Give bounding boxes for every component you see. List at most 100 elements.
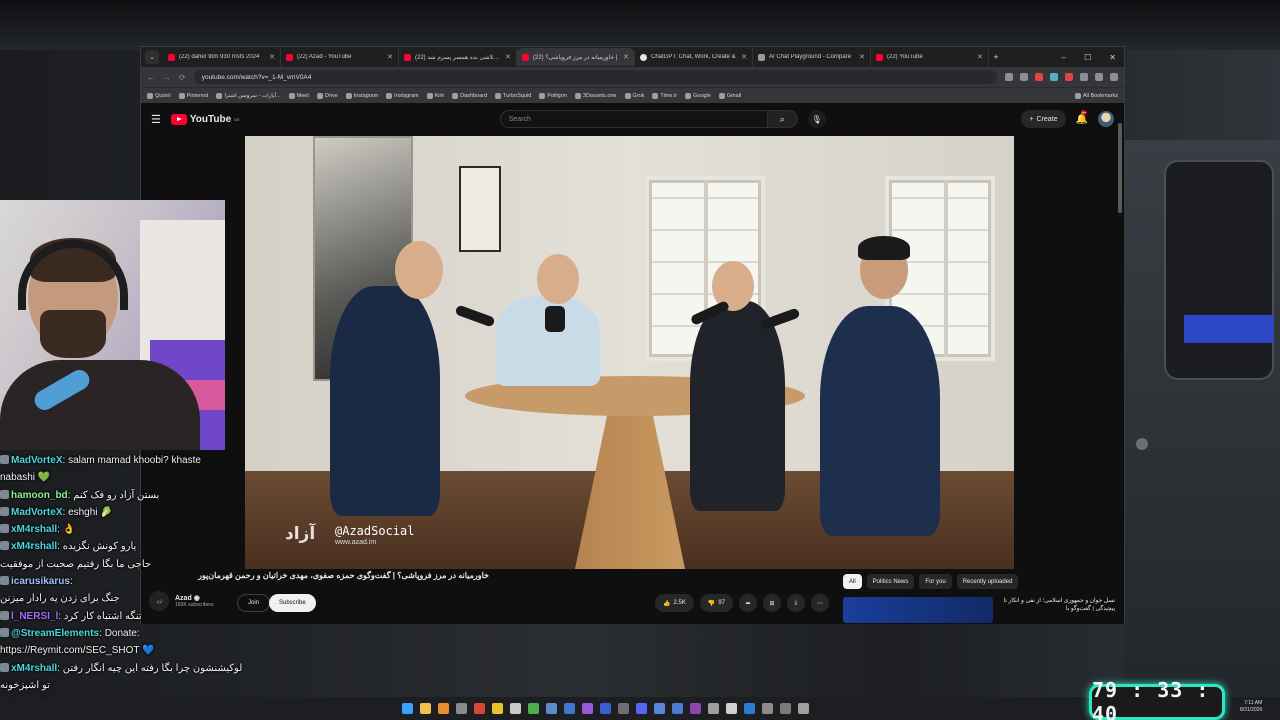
- bookmark-item[interactable]: Pinterest: [178, 92, 208, 99]
- filter-chip[interactable]: For you: [919, 574, 952, 589]
- recommended-title[interactable]: نسل جوان و جمهوری اسلامی؛ از نفی و انکار…: [999, 597, 1115, 623]
- close-tab-icon[interactable]: ✕: [859, 53, 865, 61]
- app-icon[interactable]: [654, 703, 665, 714]
- chat-username[interactable]: xM4rshall: [11, 541, 57, 552]
- filter-chip[interactable]: All: [843, 574, 862, 589]
- bookmark-item[interactable]: Dashboard: [452, 92, 487, 99]
- more-options-icon[interactable]: ⋯: [811, 594, 829, 612]
- chat-username[interactable]: l_NERSI_l: [11, 611, 58, 622]
- app-icon[interactable]: [582, 703, 593, 714]
- bookmark-star-icon[interactable]: [1020, 73, 1028, 81]
- search-input[interactable]: Search: [499, 110, 768, 128]
- bookmark-item[interactable]: TurboSquid: [495, 92, 531, 99]
- search-icon[interactable]: [438, 703, 449, 714]
- bookmark-item[interactable]: Google: [685, 92, 711, 99]
- close-tab-icon[interactable]: ✕: [387, 53, 393, 61]
- like-button[interactable]: 👍 2.5K: [655, 594, 694, 612]
- close-tab-icon[interactable]: ✕: [269, 53, 275, 61]
- save-icon[interactable]: ⊞: [763, 594, 781, 612]
- chat-username[interactable]: xM4rshall: [11, 524, 57, 535]
- recommended-thumbnail[interactable]: [843, 597, 993, 623]
- all-bookmarks[interactable]: All Bookmarks: [1074, 92, 1118, 99]
- app-icon[interactable]: [600, 703, 611, 714]
- bookmark-item[interactable]: 3Dassets.one: [574, 92, 617, 99]
- microphone-icon[interactable]: 🎙: [807, 110, 826, 128]
- file-explorer-icon[interactable]: [420, 703, 431, 714]
- browser-tab[interactable]: (22) Azad - YouTube ✕: [281, 48, 399, 66]
- youtube-logo[interactable]: YouTube DE: [170, 113, 240, 125]
- close-tab-icon[interactable]: ✕: [623, 53, 629, 61]
- maximize-button[interactable]: ☐: [1084, 53, 1091, 62]
- bookmark-item[interactable]: آپارات - سرویس اشترا...: [216, 92, 281, 99]
- bookmark-item[interactable]: Instagram: [345, 92, 378, 99]
- tab-search-button[interactable]: ⌄: [145, 50, 159, 64]
- app-icon[interactable]: [528, 703, 539, 714]
- bookmark-item[interactable]: Kirk: [426, 92, 444, 99]
- extension-icon[interactable]: [1050, 73, 1058, 81]
- filter-chip[interactable]: Recently uploaded: [956, 574, 1019, 589]
- subscribe-button[interactable]: Subscribe: [269, 594, 316, 612]
- discord-icon[interactable]: [636, 703, 647, 714]
- app-icon[interactable]: [456, 703, 467, 714]
- app-icon[interactable]: [798, 703, 809, 714]
- new-tab-button[interactable]: +: [989, 52, 1003, 62]
- url-field[interactable]: youtube.com/watch?v=_1-M_vmV0A4: [193, 70, 997, 84]
- forward-icon[interactable]: →: [163, 73, 171, 82]
- dislike-button[interactable]: 👎 97: [699, 594, 733, 612]
- install-icon[interactable]: [1005, 73, 1013, 81]
- extension-icon[interactable]: [1065, 73, 1073, 81]
- app-icon[interactable]: [474, 703, 485, 714]
- app-icon[interactable]: [708, 703, 719, 714]
- filter-chip[interactable]: Politics News: [866, 574, 915, 589]
- recommended-video[interactable]: نسل جوان و جمهوری اسلامی؛ از نفی و انکار…: [843, 597, 1115, 623]
- page-scrollbar[interactable]: [1118, 123, 1122, 213]
- minimize-button[interactable]: –: [1062, 53, 1066, 62]
- bookmark-item[interactable]: Drive: [316, 92, 338, 99]
- browser-tab[interactable]: (22) YouTube ✕: [871, 48, 989, 66]
- share-icon[interactable]: ➦: [739, 594, 757, 612]
- close-window-button[interactable]: ✕: [1109, 53, 1116, 62]
- browser-tab[interactable]: (22) طلاشی بده همسر پسرم شد... ✕: [399, 48, 517, 66]
- app-icon[interactable]: [672, 703, 683, 714]
- system-clock[interactable]: 7:11 AM 8/31/2026: [1240, 700, 1262, 714]
- create-button[interactable]: + Create: [1021, 110, 1066, 128]
- close-tab-icon[interactable]: ✕: [505, 53, 511, 61]
- app-icon[interactable]: [618, 703, 629, 714]
- search-icon[interactable]: ⌕: [767, 110, 798, 128]
- menu-dots-icon[interactable]: [1110, 73, 1118, 81]
- browser-tab[interactable]: ChatGPT: Chat, Work, Create & ✕: [635, 48, 753, 66]
- chat-username[interactable]: MadVorteX: [11, 507, 63, 518]
- browser-tab[interactable]: (22) daher tbm 930 msfs 2024 ✕: [163, 48, 281, 66]
- back-icon[interactable]: ←: [147, 73, 155, 82]
- chat-username[interactable]: xM4rshall: [11, 663, 57, 674]
- notifications-bell-icon[interactable]: 🔔 9+: [1076, 109, 1088, 125]
- bookmark-item[interactable]: Meet: [288, 92, 309, 99]
- account-avatar[interactable]: [1098, 111, 1114, 127]
- bookmark-item[interactable]: Instagram: [386, 92, 419, 99]
- steam-icon[interactable]: [546, 703, 557, 714]
- chat-username[interactable]: MadVorteX: [11, 455, 63, 466]
- bookmark-item[interactable]: Time.ir: [652, 92, 677, 99]
- chat-username[interactable]: icarusikarus: [11, 576, 70, 587]
- bookmark-item[interactable]: Quizel: [147, 92, 171, 99]
- browser-tab[interactable]: AI Chat Playground - Compare ✕: [753, 48, 871, 66]
- chat-username[interactable]: hamoon_bd: [11, 490, 68, 501]
- rider-icon[interactable]: [690, 703, 701, 714]
- bookmark-item[interactable]: Poliigon: [539, 92, 567, 99]
- app-icon[interactable]: [510, 703, 521, 714]
- browser-tab[interactable]: (22) خاورمیانه در مرز فروپاشی؟ | ✕: [517, 48, 635, 66]
- windows-start-icon[interactable]: [402, 703, 413, 714]
- bookmark-item[interactable]: Gmail: [718, 92, 741, 99]
- app-icon[interactable]: [726, 703, 737, 714]
- app-icon[interactable]: [564, 703, 575, 714]
- hamburger-menu-icon[interactable]: ☰: [151, 113, 161, 126]
- bookmark-item[interactable]: Grok: [624, 92, 644, 99]
- app-icon[interactable]: [744, 703, 755, 714]
- close-tab-icon[interactable]: ✕: [741, 53, 747, 61]
- settings-icon[interactable]: [762, 703, 773, 714]
- video-player[interactable]: آزاد @AzadSocial www.azad.im: [245, 136, 1014, 569]
- download-icon[interactable]: ⤓: [787, 594, 805, 612]
- close-tab-icon[interactable]: ✕: [977, 53, 983, 61]
- app-icon[interactable]: [780, 703, 791, 714]
- chrome-icon[interactable]: [492, 703, 503, 714]
